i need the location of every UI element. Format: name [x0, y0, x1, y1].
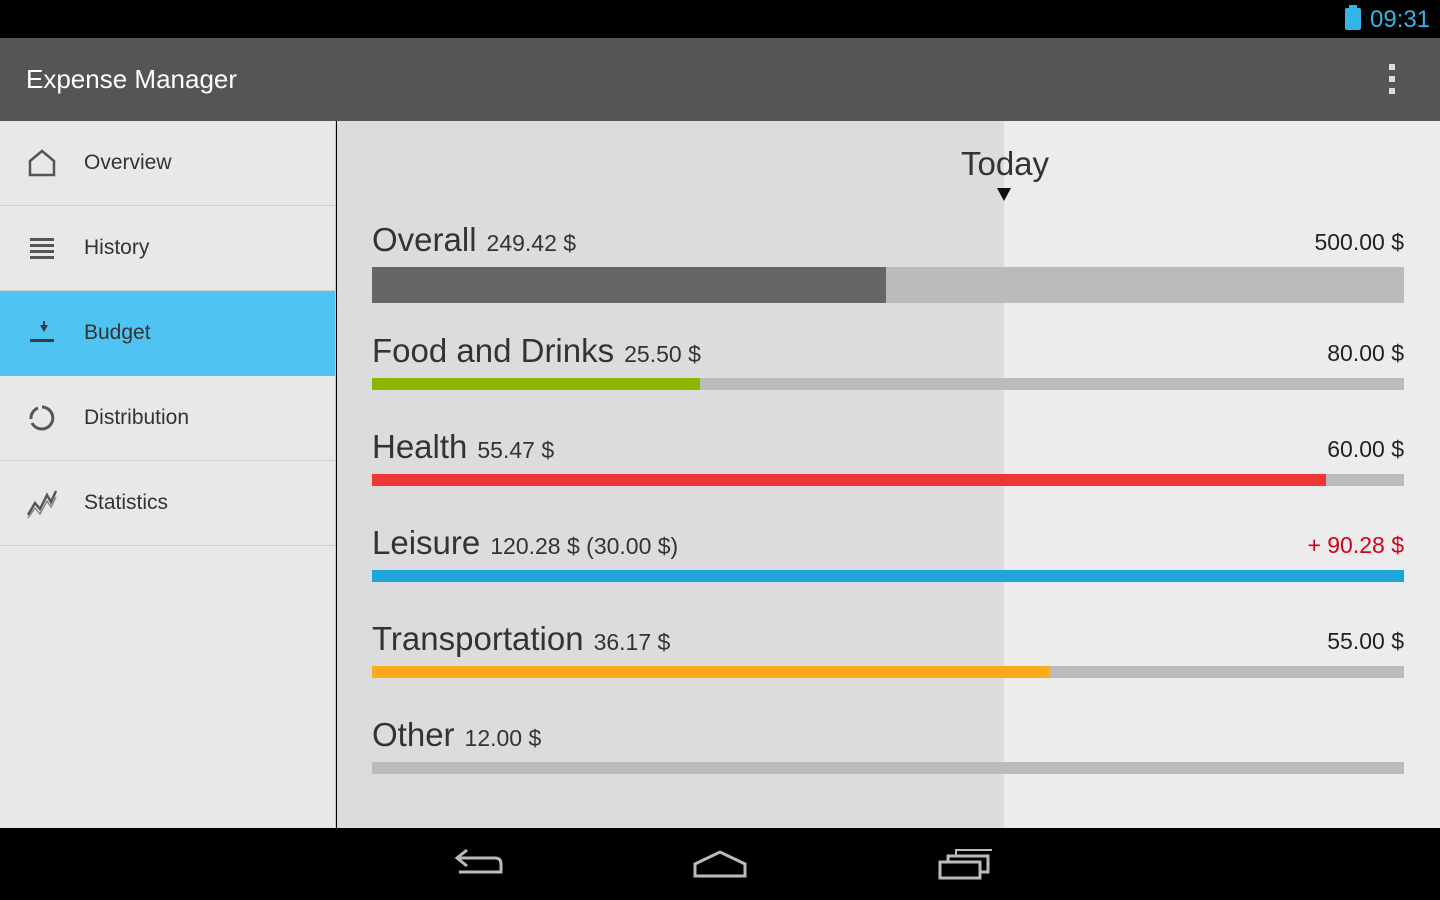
- budget-over-amount: + 90.28 $: [1307, 532, 1404, 558]
- back-icon[interactable]: [447, 846, 507, 882]
- today-label: Today: [960, 145, 1050, 182]
- sidebar: Overview History Budget Distribution Sta…: [0, 121, 336, 828]
- sidebar-item-statistics[interactable]: Statistics: [0, 461, 335, 546]
- budget-row-transportation[interactable]: Transportation 36.17 $ 55.00 $: [372, 620, 1404, 710]
- home-icon: [26, 147, 58, 179]
- budget-progress-track: [372, 570, 1404, 582]
- list-icon: [26, 232, 58, 264]
- battery-icon: [1345, 5, 1361, 30]
- budget-progress-track: [372, 267, 1404, 303]
- budget-category-name: Food and Drinks: [372, 332, 615, 369]
- app-title: Expense Manager: [26, 64, 238, 94]
- budget-progress-track: [372, 666, 1404, 678]
- recent-apps-icon[interactable]: [934, 846, 994, 882]
- sidebar-item-budget[interactable]: Budget: [0, 291, 335, 376]
- sidebar-item-label: Budget: [84, 321, 151, 344]
- budget-limit-amount: 55.00 $: [1327, 628, 1404, 654]
- sidebar-item-distribution[interactable]: Distribution: [0, 376, 335, 461]
- sidebar-item-history[interactable]: History: [0, 206, 335, 291]
- budget-spent-amount: 12.00 $: [464, 725, 542, 751]
- sidebar-item-label: History: [84, 236, 150, 259]
- budget-limit-amount: 500.00 $: [1314, 229, 1404, 255]
- budget-panel: Today Overall 249.42 $ 500.00 $ Food and …: [337, 121, 1440, 828]
- system-nav-bar: [0, 828, 1440, 900]
- budget-limit-amount: 60.00 $: [1327, 436, 1404, 462]
- sidebar-item-overview[interactable]: Overview: [0, 121, 335, 206]
- overflow-menu-icon[interactable]: [1380, 62, 1404, 98]
- budget-spent-amount: 249.42 $: [486, 230, 577, 256]
- status-time: 09:31: [1370, 6, 1431, 33]
- budget-progress-track: [372, 474, 1404, 486]
- budget-progress-track: [372, 762, 1404, 774]
- statistics-icon: [26, 487, 58, 519]
- budget-spent-amount: 36.17 $: [593, 629, 671, 655]
- budget-progress-fill: [372, 267, 886, 303]
- budget-row-other[interactable]: Other 12.00 $: [372, 716, 1404, 806]
- budget-row-health[interactable]: Health 55.47 $ 60.00 $: [372, 428, 1404, 518]
- budget-category-name: Overall: [372, 221, 477, 258]
- budget-progress-fill: [372, 474, 1326, 486]
- budget-spent-amount: 25.50 $: [624, 341, 701, 367]
- budget-progress-fill: [372, 666, 1051, 678]
- sidebar-item-label: Statistics: [84, 491, 169, 514]
- budget-row-overall[interactable]: Overall 249.42 $ 500.00 $: [372, 221, 1404, 311]
- budget-category-name: Leisure: [372, 524, 481, 561]
- budget-icon: [26, 317, 58, 349]
- sidebar-item-label: Overview: [84, 151, 172, 174]
- budget-category-name: Health: [372, 428, 468, 465]
- budget-progress-track: [372, 378, 1404, 390]
- action-bar: Expense Manager: [0, 38, 1440, 121]
- home-icon[interactable]: [690, 846, 750, 882]
- distribution-icon: [26, 402, 58, 434]
- budget-category-name: Other: [372, 716, 455, 753]
- status-bar: 09:31: [0, 0, 1440, 38]
- today-marker-icon: [997, 188, 1011, 201]
- budget-row-leisure[interactable]: Leisure 120.28 $ (30.00 $) + 90.28 $: [372, 524, 1404, 614]
- budget-progress-fill: [372, 378, 701, 390]
- budget-spent-amount: 120.28 $ (30.00 $): [490, 533, 679, 559]
- budget-spent-amount: 55.47 $: [477, 437, 555, 463]
- budget-row-food-and-drinks[interactable]: Food and Drinks 25.50 $ 80.00 $: [372, 332, 1404, 422]
- budget-progress-fill: [372, 570, 1404, 582]
- budget-limit-amount: 80.00 $: [1327, 340, 1404, 366]
- sidebar-item-label: Distribution: [84, 406, 190, 429]
- budget-category-name: Transportation: [372, 620, 584, 657]
